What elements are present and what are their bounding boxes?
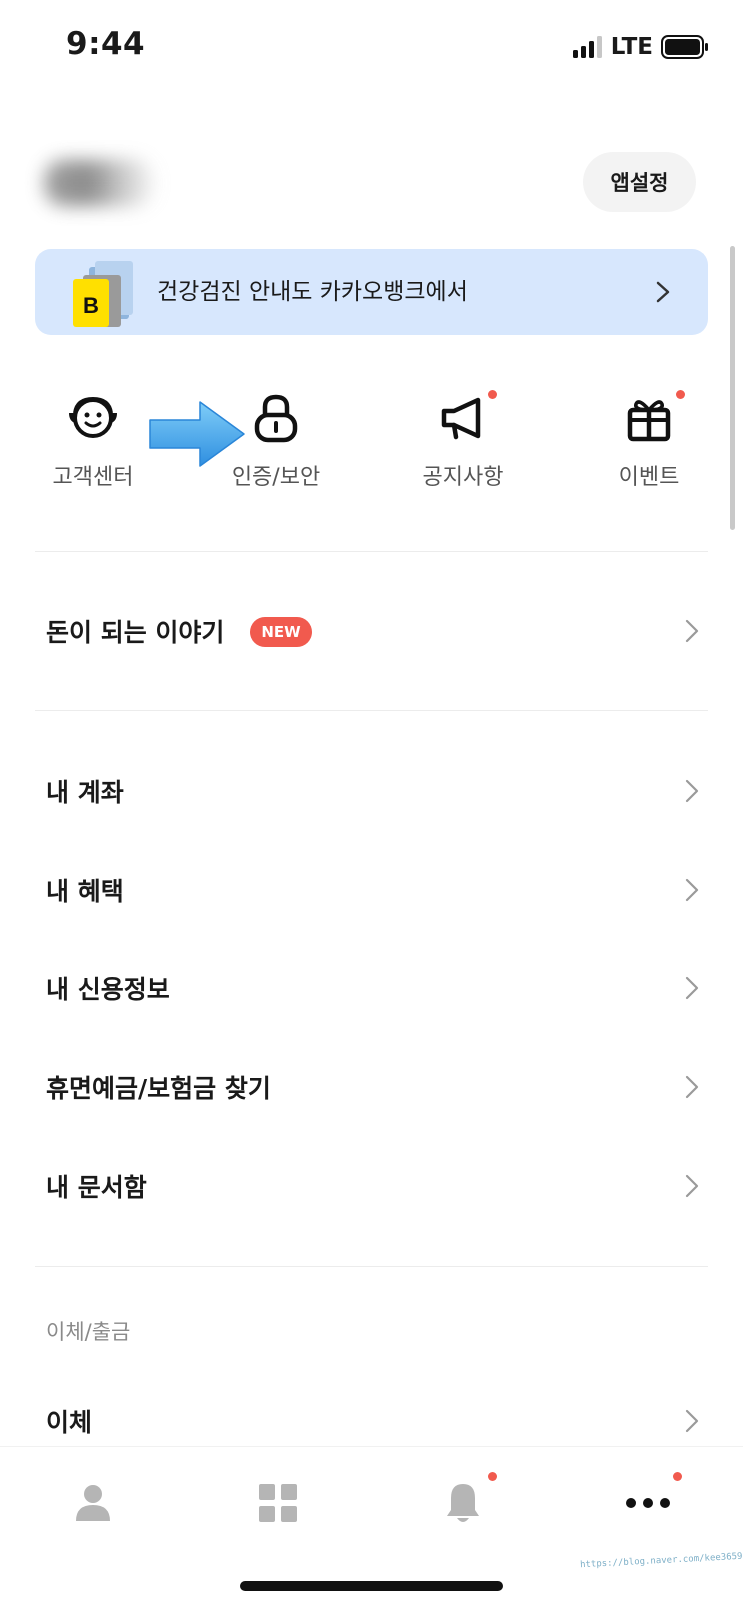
menu-item-transfer[interactable]: 이체 — [0, 1391, 743, 1451]
chevron-right-icon — [685, 1409, 699, 1433]
notification-dot — [488, 390, 497, 399]
chevron-right-icon — [656, 281, 670, 303]
quick-menu-notices[interactable]: 공지사항 — [398, 390, 528, 491]
profile-name-blurred[interactable] — [44, 160, 154, 206]
row-label: 휴면예금/보험금 찾기 — [46, 1074, 271, 1103]
bell-icon — [447, 1484, 479, 1522]
quick-menu-events[interactable]: 이벤트 — [584, 390, 714, 491]
new-badge: NEW — [250, 617, 312, 647]
row-label: 이체 — [46, 1408, 93, 1437]
divider — [35, 551, 708, 552]
row-label: 내 계좌 — [46, 778, 124, 807]
menu-item-my-accounts[interactable]: 내 계좌 — [0, 761, 743, 821]
status-indicators: LTE — [572, 32, 709, 62]
book-stack-logo-icon: B — [73, 261, 133, 327]
quick-menu-customer-center[interactable]: 고객센터 — [28, 392, 158, 491]
scrollbar[interactable] — [730, 246, 735, 530]
banner-text: 건강검진 안내도 카카오뱅크에서 — [157, 279, 468, 305]
notification-dot — [488, 1472, 497, 1481]
home-indicator — [240, 1581, 503, 1591]
grid-icon — [259, 1484, 297, 1522]
notification-dot — [673, 1472, 682, 1481]
quick-menu-label: 고객센터 — [52, 465, 134, 490]
battery-icon — [661, 35, 708, 59]
promo-banner[interactable]: B 건강검진 안내도 카카오뱅크에서 — [35, 249, 708, 335]
tab-notifications[interactable] — [433, 1472, 497, 1533]
section-title-transfer: 이체/출금 — [46, 1320, 131, 1344]
chevron-right-icon — [685, 1075, 699, 1099]
featured-money-story-row[interactable]: 돈이 되는 이야기 NEW — [0, 601, 743, 661]
row-label: 내 신용정보 — [46, 975, 170, 1004]
lock-icon — [254, 394, 298, 443]
headset-face-icon — [69, 396, 117, 438]
chevron-right-icon — [685, 976, 699, 1000]
chevron-right-icon — [685, 878, 699, 902]
network-type: LTE — [610, 34, 653, 60]
gift-icon — [627, 400, 671, 442]
app-settings-button[interactable]: 앱설정 — [583, 152, 696, 212]
person-icon — [76, 1485, 110, 1521]
signal-icon — [572, 36, 602, 58]
menu-item-my-credit[interactable]: 내 신용정보 — [0, 958, 743, 1018]
megaphone-icon — [441, 397, 481, 440]
notification-dot — [676, 390, 685, 399]
quick-menu-label: 공지사항 — [422, 465, 504, 490]
tab-profile[interactable] — [63, 1473, 123, 1533]
chevron-right-icon — [685, 1174, 699, 1198]
svg-text:B: B — [83, 293, 99, 318]
more-icon — [626, 1498, 670, 1508]
row-label: 내 문서함 — [46, 1173, 147, 1202]
row-label: 내 혜택 — [46, 877, 124, 906]
menu-item-my-documents[interactable]: 내 문서함 — [0, 1156, 743, 1216]
status-time: 9:44 — [66, 26, 146, 62]
divider — [35, 710, 708, 711]
menu-item-my-benefits[interactable]: 내 혜택 — [0, 860, 743, 920]
divider — [35, 1266, 708, 1267]
annotation-arrow-icon — [149, 401, 245, 467]
quick-menu-label: 이벤트 — [618, 465, 680, 490]
menu-item-dormant-deposits[interactable]: 휴면예금/보험금 찾기 — [0, 1057, 743, 1117]
tab-products[interactable] — [248, 1473, 308, 1533]
tab-more[interactable] — [618, 1472, 682, 1533]
chevron-right-icon — [685, 779, 699, 803]
row-label: 돈이 되는 이야기 — [46, 618, 225, 647]
chevron-right-icon — [685, 619, 699, 643]
